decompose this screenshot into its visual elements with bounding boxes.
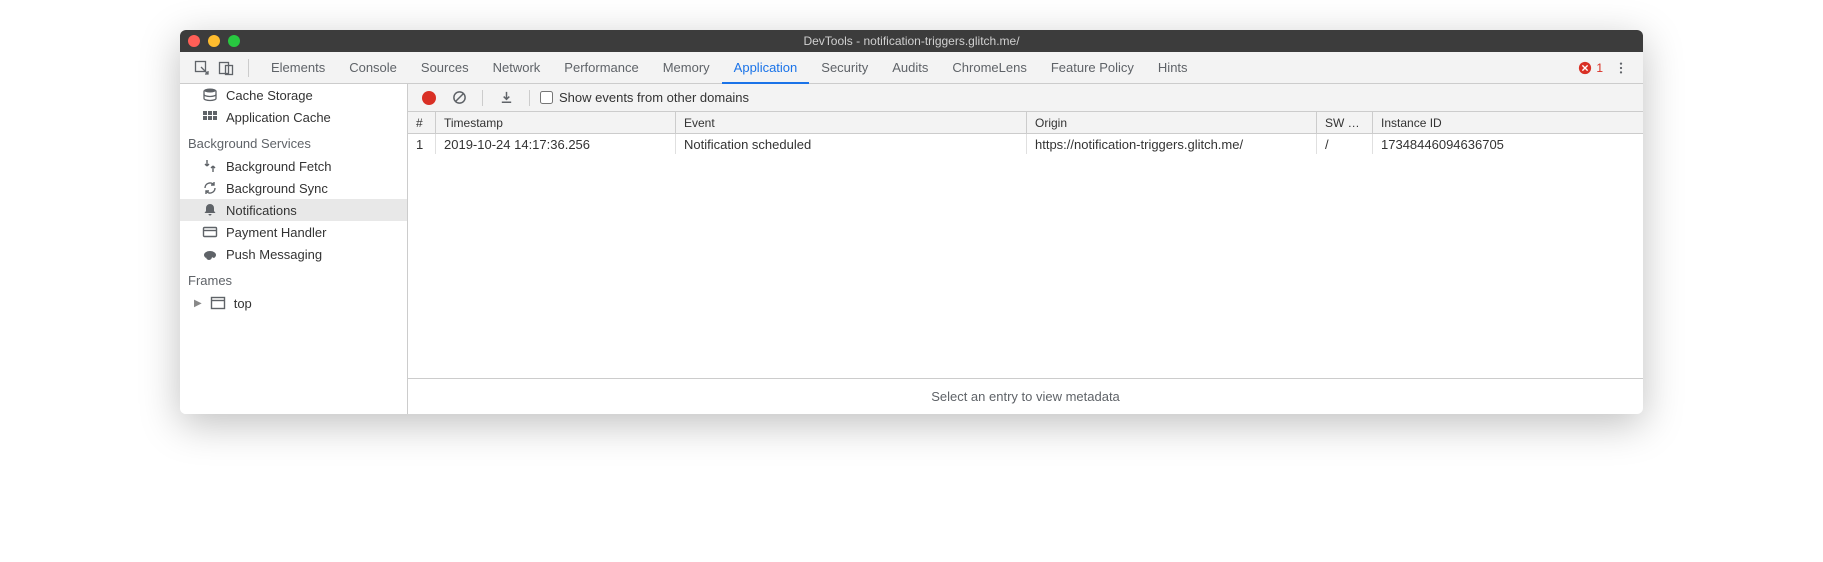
tab-bar: Elements Console Sources Network Perform… [180,52,1643,84]
cell-sw-scope: / [1317,134,1373,154]
sidebar-item-background-sync[interactable]: Background Sync [180,177,407,199]
sidebar-label: Cache Storage [226,88,313,103]
checkbox-input[interactable] [540,91,553,104]
error-badge[interactable]: 1 [1578,61,1603,75]
events-toolbar: Show events from other domains [408,84,1643,112]
separator [248,59,249,77]
window-title: DevTools - notification-triggers.glitch.… [803,34,1019,48]
separator [482,90,483,106]
table-body: 1 2019-10-24 14:17:36.256 Notification s… [408,134,1643,379]
sidebar-group-background-services: Background Services [180,128,407,155]
metadata-placeholder: Select an entry to view metadata [408,379,1643,414]
tab-chromelens[interactable]: ChromeLens [940,52,1038,84]
tab-feature-policy[interactable]: Feature Policy [1039,52,1146,84]
sidebar-label: Notifications [226,203,297,218]
sidebar-label: Background Sync [226,181,328,196]
sidebar-item-top-frame[interactable]: ▶ top [180,292,407,314]
tab-audits[interactable]: Audits [880,52,940,84]
main-panel: Show events from other domains # Timesta… [408,84,1643,414]
traffic-lights [188,35,240,47]
col-header-instance-id[interactable]: Instance ID [1373,112,1643,133]
tab-security[interactable]: Security [809,52,880,84]
cell-timestamp: 2019-10-24 14:17:36.256 [436,134,676,154]
sidebar-item-payment-handler[interactable]: Payment Handler [180,221,407,243]
events-table: # Timestamp Event Origin SW … Instance I… [408,112,1643,414]
titlebar: DevTools - notification-triggers.glitch.… [180,30,1643,52]
record-button[interactable] [416,87,442,109]
show-other-domains-checkbox[interactable]: Show events from other domains [540,90,749,105]
tab-elements[interactable]: Elements [259,52,337,84]
sidebar-label: Push Messaging [226,247,322,262]
sidebar-item-cache-storage[interactable]: Cache Storage [180,84,407,106]
col-header-timestamp[interactable]: Timestamp [436,112,676,133]
tab-application[interactable]: Application [722,52,810,84]
cell-event: Notification scheduled [676,134,1027,154]
separator [529,90,530,106]
more-menu-icon[interactable] [1609,56,1633,80]
table-row[interactable]: 1 2019-10-24 14:17:36.256 Notification s… [408,134,1643,154]
device-toggle-icon[interactable] [214,56,238,80]
col-header-origin[interactable]: Origin [1027,112,1317,133]
cell-origin: https://notification-triggers.glitch.me/ [1027,134,1317,154]
inspect-icon[interactable] [190,56,214,80]
sidebar: Cache Storage Application Cache Backgrou… [180,84,408,414]
maximize-window-button[interactable] [228,35,240,47]
col-header-sw-scope[interactable]: SW … [1317,112,1373,133]
record-icon [422,91,436,105]
tab-console[interactable]: Console [337,52,409,84]
minimize-window-button[interactable] [208,35,220,47]
sidebar-item-background-fetch[interactable]: Background Fetch [180,155,407,177]
tab-hints[interactable]: Hints [1146,52,1200,84]
sidebar-label: top [234,296,252,311]
tab-memory[interactable]: Memory [651,52,722,84]
cell-number: 1 [408,134,436,154]
sidebar-group-frames: Frames [180,265,407,292]
devtools-window: DevTools - notification-triggers.glitch.… [180,30,1643,414]
sidebar-item-notifications[interactable]: Notifications [180,199,407,221]
sidebar-label: Background Fetch [226,159,332,174]
cell-instance-id: 17348446094636705 [1373,134,1643,154]
tab-performance[interactable]: Performance [552,52,650,84]
col-header-event[interactable]: Event [676,112,1027,133]
sidebar-label: Payment Handler [226,225,326,240]
disclosure-triangle-icon: ▶ [194,298,202,309]
sidebar-label: Application Cache [226,110,331,125]
save-button[interactable] [493,87,519,109]
close-window-button[interactable] [188,35,200,47]
tab-network[interactable]: Network [481,52,553,84]
sidebar-item-push-messaging[interactable]: Push Messaging [180,243,407,265]
col-header-number[interactable]: # [408,112,436,133]
checkbox-label: Show events from other domains [559,90,749,105]
tab-sources[interactable]: Sources [409,52,481,84]
sidebar-item-application-cache[interactable]: Application Cache [180,106,407,128]
error-count: 1 [1596,61,1603,75]
table-header: # Timestamp Event Origin SW … Instance I… [408,112,1643,134]
clear-button[interactable] [446,87,472,109]
